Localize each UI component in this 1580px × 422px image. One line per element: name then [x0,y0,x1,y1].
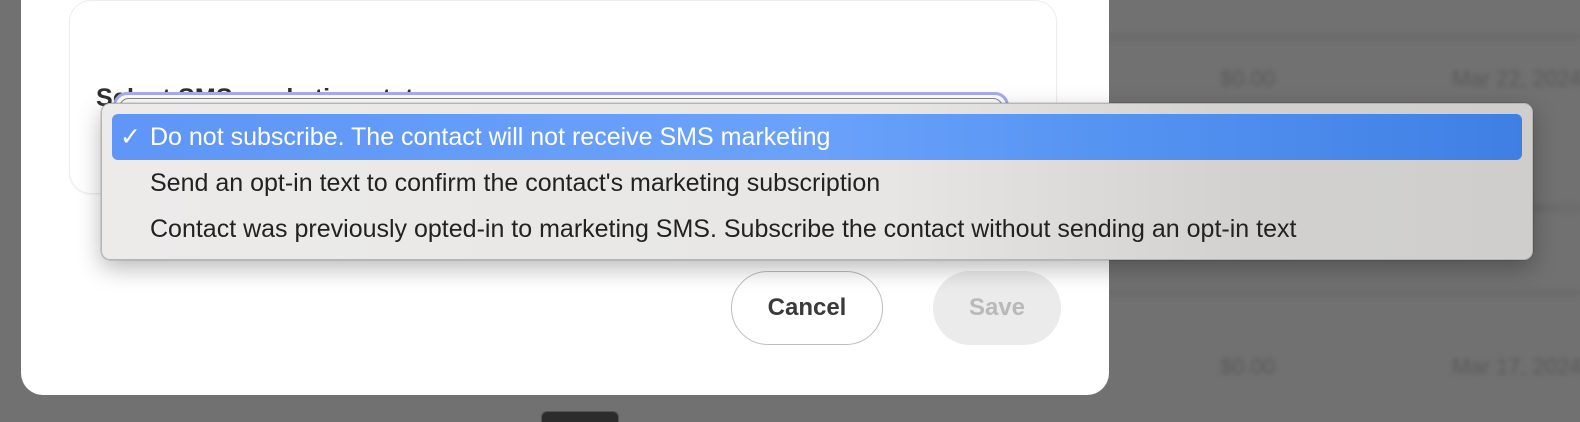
option-previously-opted-in[interactable]: Contact was previously opted-in to marke… [112,206,1522,252]
row-date: Mar 22, 2024 [1452,66,1580,91]
row-divider [1100,34,1580,40]
row-date: Mar 17, 2024 [1452,354,1580,379]
row-amount: $0.00 [1220,354,1276,379]
option-label: Send an opt-in text to confirm the conta… [150,168,881,197]
sms-status-dropdown-menu: ✓ Do not subscribe. The contact will not… [101,103,1533,260]
background-tab [541,411,619,422]
option-label: Contact was previously opted-in to marke… [150,214,1297,243]
option-do-not-subscribe[interactable]: ✓ Do not subscribe. The contact will not… [112,114,1522,160]
option-send-opt-in-text[interactable]: Send an opt-in text to confirm the conta… [112,160,1522,206]
row-amount: $0.00 [1220,66,1276,91]
option-label: Do not subscribe. The contact will not r… [150,122,831,151]
row-divider [1100,290,1580,296]
checkmark-icon: ✓ [120,123,141,151]
save-button[interactable]: Save [933,271,1061,345]
cancel-button[interactable]: Cancel [731,271,883,345]
